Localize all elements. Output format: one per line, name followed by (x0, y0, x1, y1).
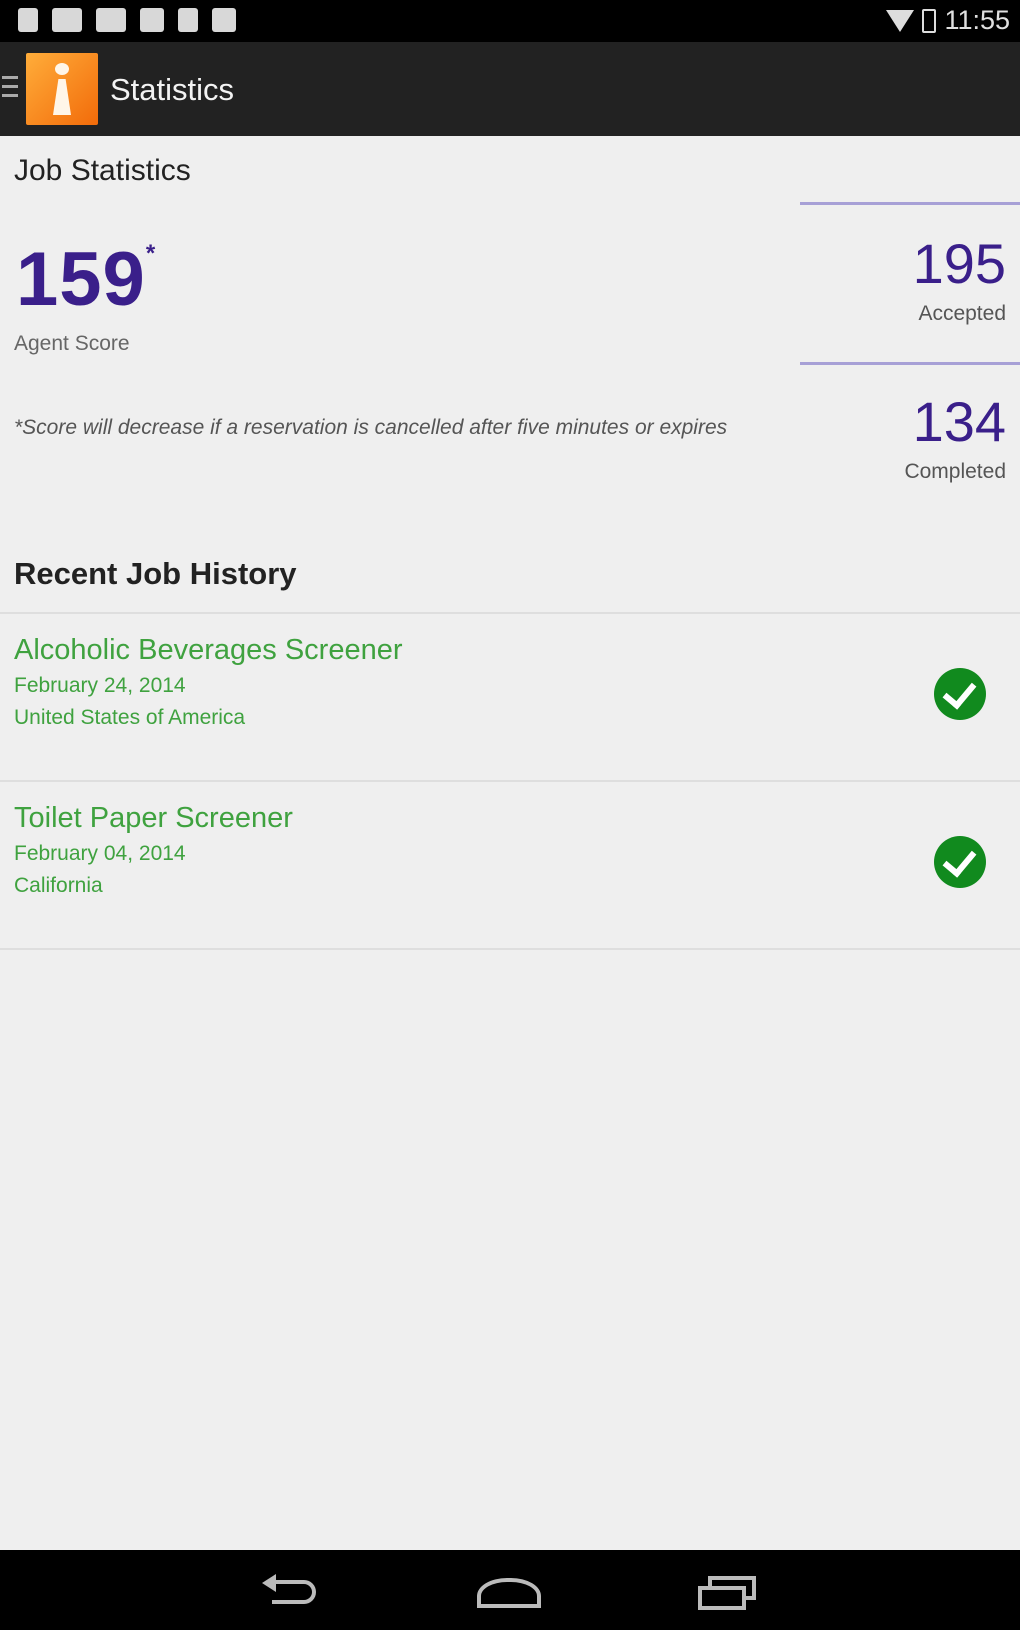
page-title: Statistics (110, 72, 235, 107)
completed-value: 134 (912, 390, 1006, 453)
drawer-menu-icon[interactable] (2, 76, 18, 103)
job-title: Alcoholic Beverages Screener (14, 634, 403, 666)
accepted-label: Accepted (918, 302, 1006, 325)
navigation-bar (0, 1550, 1020, 1630)
job-date: February 04, 2014 (14, 842, 186, 865)
battery-icon (922, 8, 937, 33)
sd-card-icon (18, 8, 38, 32)
notification-icons (18, 8, 236, 32)
content: Job Statistics 159* Agent Score *Score w… (0, 136, 1020, 1550)
completed-stat: 134 Completed (800, 362, 1020, 522)
accepted-value: 195 (912, 232, 1006, 295)
status-bar: 11:55 (0, 0, 1020, 42)
back-icon[interactable] (258, 1574, 328, 1610)
completed-label: Completed (904, 460, 1006, 483)
recent-apps-icon[interactable] (696, 1574, 766, 1610)
check-circle-icon (934, 668, 986, 720)
score-footnote: *Score will decrease if a reservation is… (14, 416, 728, 439)
store-icon (212, 8, 236, 32)
chat-icon (140, 8, 164, 32)
gallery-icon (96, 8, 126, 32)
recent-job-history-heading: Recent Job History (14, 556, 297, 591)
job-location: California (14, 874, 103, 897)
check-circle-icon (934, 836, 986, 888)
job-location: United States of America (14, 706, 246, 729)
accepted-stat: 195 Accepted (800, 202, 1020, 362)
clock: 11:55 (944, 5, 1010, 35)
screenshot-icon (52, 8, 82, 32)
list-item[interactable]: Toilet Paper Screener February 04, 2014 … (0, 782, 1020, 950)
home-icon[interactable] (475, 1574, 545, 1610)
wifi-icon (886, 9, 915, 32)
job-date: February 24, 2014 (14, 674, 186, 697)
action-bar: Statistics (0, 42, 1020, 136)
app-logo-icon[interactable] (26, 53, 98, 125)
agent-score-value: 159 (16, 237, 146, 322)
sd-card-icon (178, 8, 198, 32)
agent-score-marker: * (145, 240, 157, 267)
agent-score-label: Agent Score (14, 332, 130, 355)
job-title: Toilet Paper Screener (14, 802, 293, 834)
agent-score: 159* (16, 236, 156, 323)
list-item[interactable]: Alcoholic Beverages Screener February 24… (0, 614, 1020, 782)
job-history-list: Alcoholic Beverages Screener February 24… (0, 612, 1020, 950)
job-statistics-heading: Job Statistics (14, 154, 191, 187)
